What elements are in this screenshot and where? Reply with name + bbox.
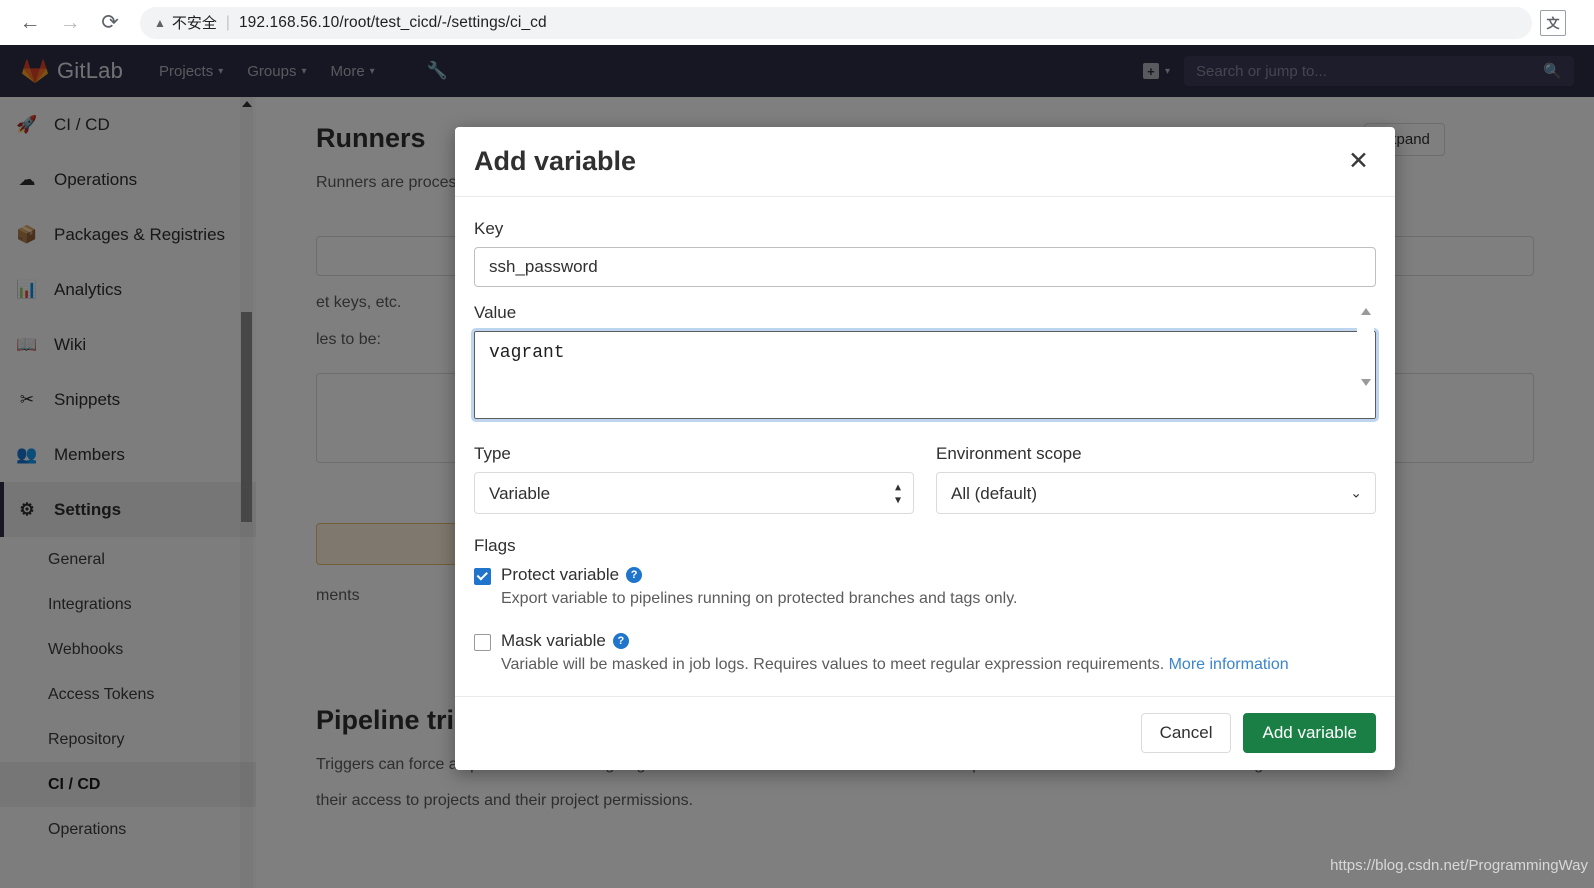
environment-scope-select-wrapper: All (default) ⌄ [936,472,1376,515]
environment-scope-field-group: Environment scope All (default) ⌄ [936,444,1376,515]
value-label: Value [474,303,517,323]
mask-variable-label-group: Mask variable ? [501,631,629,651]
question-mark-icon[interactable]: ? [612,632,629,649]
security-label: 不安全 [171,15,217,32]
key-input[interactable] [474,247,1376,288]
protect-variable-description: Export variable to pipelines running on … [501,590,1018,608]
mask-variable-description: Variable will be masked in job logs. Req… [501,654,1376,676]
environment-scope-select[interactable]: All (default) [936,472,1376,515]
browser-toolbar: ← → ⟳ ▲ 不安全 | 192.168.56.10/root/test_ci… [0,0,1594,45]
type-select[interactable]: Variable [474,472,914,515]
close-icon[interactable]: ✕ [1344,149,1373,174]
modal-title: Add variable [474,146,637,177]
watermark: https://blog.csdn.net/ProgrammingWay [1330,857,1588,874]
key-label: Key [474,219,504,239]
back-icon[interactable]: ← [10,3,50,43]
modal-body: Key Value Type Variable [455,197,1395,696]
type-select-wrapper: Variable ▴ ▾ [474,472,914,515]
screen-root: ← → ⟳ ▲ 不安全 | 192.168.56.10/root/test_ci… [0,0,1594,888]
protect-variable-label-group: Protect variable ? [501,565,643,585]
modal-header: Add variable ✕ [455,127,1395,198]
type-scope-row: Type Variable ▴ ▾ Environment scope All … [474,444,1376,515]
add-variable-modal: Add variable ✕ Key Value Type Var [455,127,1395,770]
protect-variable-row: Protect variable ? [474,565,1376,586]
environment-scope-label: Environment scope [936,444,1082,464]
cancel-button[interactable]: Cancel [1140,713,1232,754]
translate-icon[interactable]: 文 [1540,9,1566,36]
check-icon [476,568,488,581]
modal-footer: Cancel Add variable [455,695,1395,770]
type-field-group: Type Variable ▴ ▾ [474,444,914,515]
address-bar[interactable]: ▲ 不安全 | 192.168.56.10/root/test_cicd/-/s… [140,6,1532,39]
forward-icon[interactable]: → [50,3,90,43]
type-label: Type [474,444,511,464]
mask-variable-row: Mask variable ? [474,631,1376,651]
url-separator: | [225,13,230,31]
mask-variable-label: Mask variable [501,630,606,650]
mask-variable-checkbox[interactable] [474,633,491,651]
protect-variable-label: Protect variable [501,565,620,585]
url-text: 192.168.56.10/root/test_cicd/-/settings/… [238,13,547,31]
warning-triangle-icon: ▲ [154,15,166,30]
reload-icon[interactable]: ⟳ [90,3,130,43]
mask-variable-description-text: Variable will be masked in job logs. Req… [501,655,1165,673]
value-field-group: Value [471,303,1379,424]
value-textarea[interactable] [471,328,1379,423]
question-mark-icon[interactable]: ? [626,567,643,584]
protect-variable-checkbox[interactable] [474,568,491,586]
mask-more-information-link[interactable]: More information [1169,656,1289,673]
flags-title: Flags [474,536,516,556]
add-variable-submit-button[interactable]: Add variable [1243,713,1376,754]
